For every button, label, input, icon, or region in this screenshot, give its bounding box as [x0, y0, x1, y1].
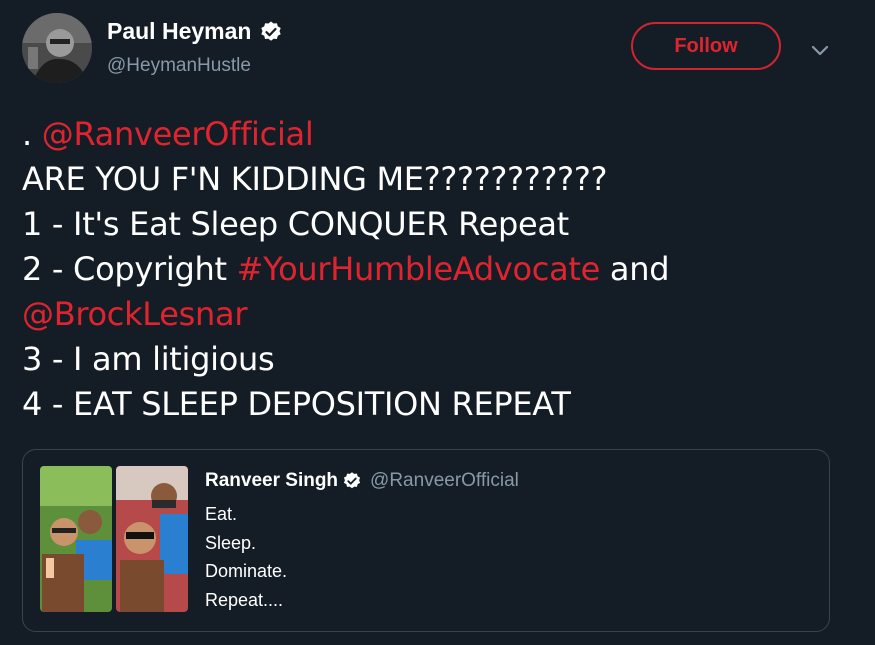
- tweet-card: Paul Heyman @HeymanHustle Follow . @Ranv…: [0, 0, 875, 645]
- verified-badge-icon: [343, 472, 361, 489]
- quoted-author-name[interactable]: Ranveer Singh: [205, 470, 338, 492]
- tweet-line-4: 2 - Copyright #YourHumbleAdvocate and: [22, 247, 862, 292]
- quoted-line-2: Sleep.: [205, 532, 257, 553]
- chevron-down-icon[interactable]: [808, 38, 832, 62]
- quoted-author[interactable]: Ranveer Singh @RanveerOfficial: [205, 470, 519, 492]
- author-name-label[interactable]: Paul Heyman: [107, 18, 251, 45]
- mention-link-ranveer[interactable]: @RanveerOfficial: [42, 115, 314, 153]
- tweet-line-6: 3 - I am litigious: [22, 340, 275, 378]
- author-name[interactable]: Paul Heyman: [107, 18, 283, 45]
- tweet-line-7: 4 - EAT SLEEP DEPOSITION REPEAT: [22, 385, 571, 423]
- text-segment: 2 - Copyright: [22, 250, 237, 288]
- author-avatar[interactable]: [22, 13, 92, 83]
- tweet-line-1: . @RanveerOfficial: [22, 112, 862, 157]
- verified-badge-icon: [261, 21, 282, 41]
- tweet-line-2: ARE YOU F'N KIDDING ME???????????: [22, 160, 608, 198]
- tweet-line-3: 1 - It's Eat Sleep CONQUER Repeat: [22, 205, 569, 243]
- quoted-tweet-text: Eat. Sleep. Dominate. Repeat....: [205, 500, 287, 614]
- quoted-line-4: Repeat....: [205, 589, 284, 610]
- mention-link-brock[interactable]: @BrockLesnar: [22, 295, 247, 333]
- follow-button[interactable]: Follow: [631, 22, 781, 70]
- hashtag-link[interactable]: #YourHumbleAdvocate: [237, 250, 601, 288]
- author-handle[interactable]: @HeymanHustle: [107, 55, 251, 77]
- quoted-photo-1[interactable]: [40, 466, 112, 612]
- tweet-line-5: @BrockLesnar: [22, 292, 862, 337]
- quoted-line-1: Eat.: [205, 504, 238, 524]
- quoted-author-handle[interactable]: @RanveerOfficial: [370, 470, 519, 492]
- quoted-tweet[interactable]: Ranveer Singh @RanveerOfficial Eat. Slee…: [22, 449, 830, 632]
- text-segment: and: [600, 250, 670, 288]
- quoted-line-3: Dominate.: [205, 561, 288, 581]
- quoted-photo-2[interactable]: [116, 466, 188, 612]
- text-segment: .: [22, 115, 42, 153]
- tweet-text: . @RanveerOfficial ARE YOU F'N KIDDING M…: [22, 112, 862, 427]
